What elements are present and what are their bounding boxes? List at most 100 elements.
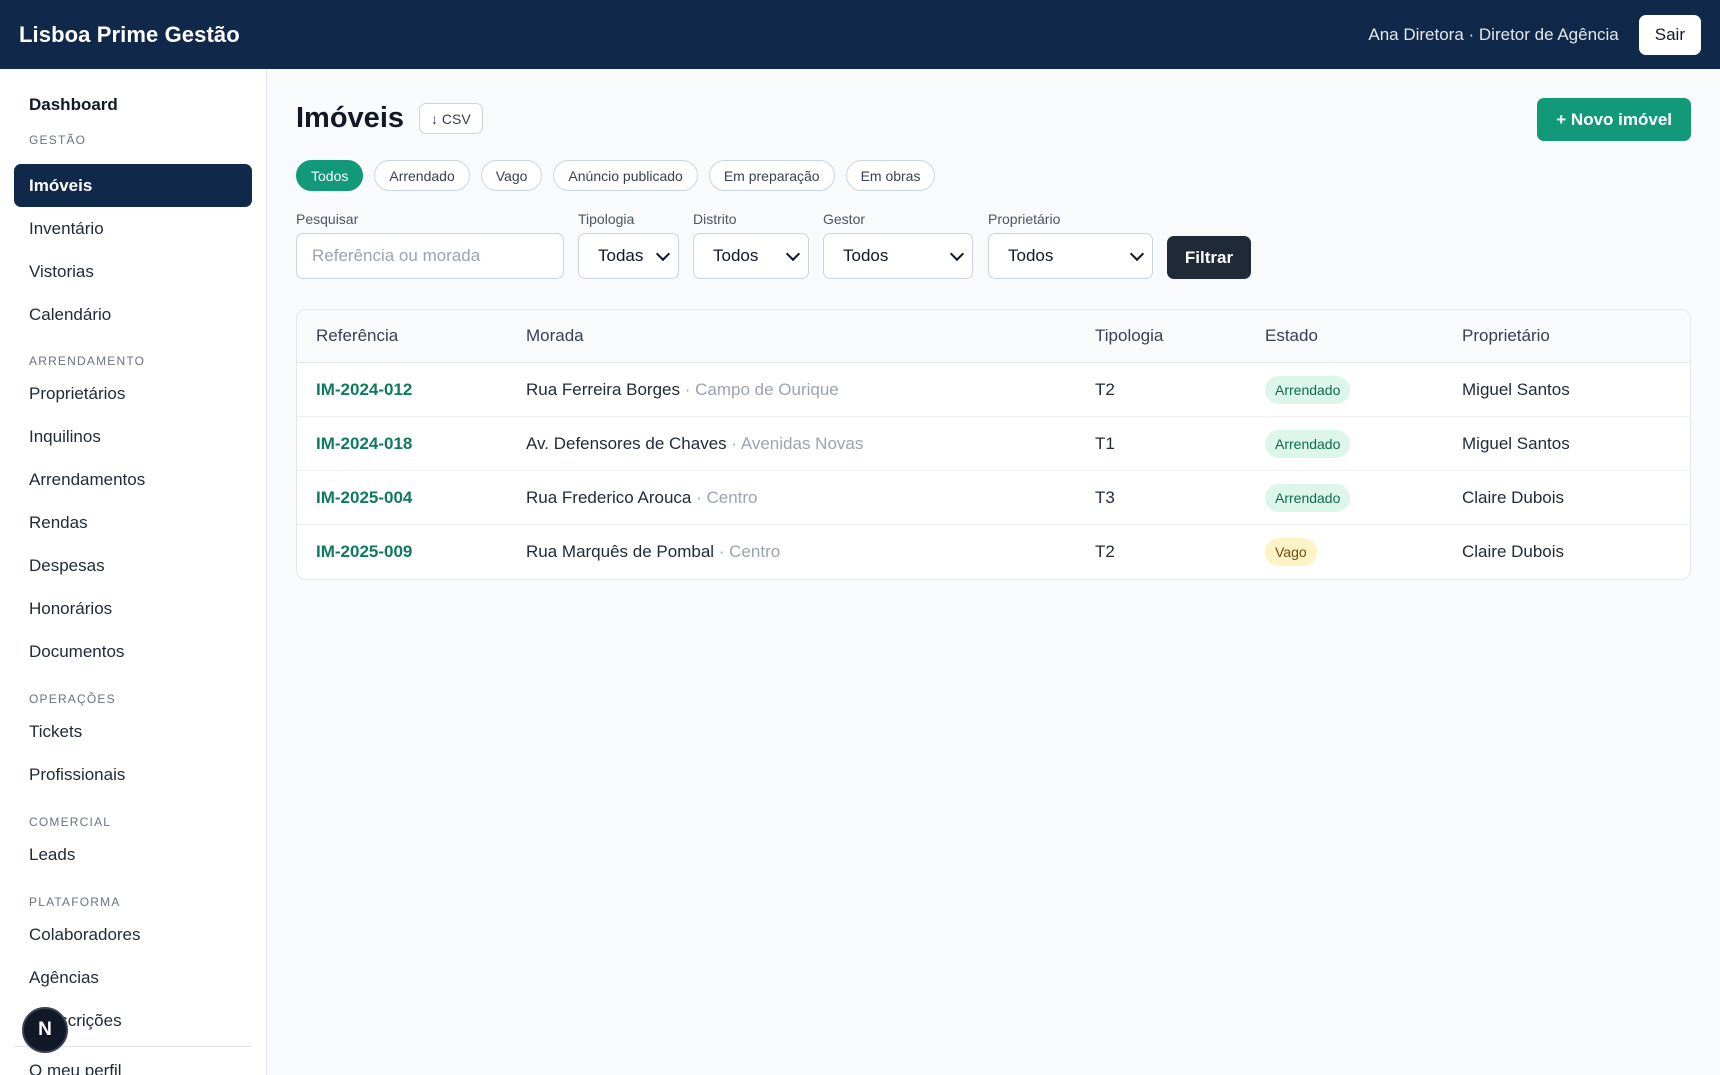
sidebar-item-arrendamentos[interactable]: Arrendamentos bbox=[29, 470, 145, 490]
chip-vago[interactable]: Vago bbox=[480, 160, 543, 191]
distrito-select[interactable]: Todos bbox=[693, 233, 809, 279]
tipologia-cell: T2 bbox=[1095, 542, 1115, 561]
sidebar-item-rendas[interactable]: Rendas bbox=[29, 513, 88, 533]
tipologia-select[interactable]: Todas bbox=[578, 233, 679, 279]
property-ref-link[interactable]: IM-2025-009 bbox=[316, 542, 412, 561]
tipologia-select-value: Todas bbox=[598, 246, 644, 265]
sidebar-item-despesas[interactable]: Despesas bbox=[29, 556, 105, 576]
status-badge: Arrendado bbox=[1265, 375, 1351, 404]
proprietario-select[interactable]: Todos bbox=[988, 233, 1153, 279]
address-area: · Centro bbox=[714, 542, 781, 561]
header-referencia[interactable]: Referência bbox=[297, 326, 526, 346]
header-proprietario[interactable]: Proprietário bbox=[1462, 326, 1690, 346]
table-row[interactable]: IM-2024-018 Av. Defensores de Chaves · A… bbox=[297, 417, 1690, 471]
status-badge: Vago bbox=[1265, 538, 1317, 566]
new-property-button[interactable]: + Novo imóvel bbox=[1537, 98, 1691, 141]
address-area: · Campo de Ourique bbox=[680, 379, 839, 399]
chevron-down-icon bbox=[949, 246, 965, 261]
tipologia-cell: T1 bbox=[1095, 433, 1115, 453]
proprietario-filter: Proprietário Todos bbox=[988, 211, 1153, 279]
status-badge: Arrendado bbox=[1265, 429, 1351, 458]
tipologia-label: Tipologia bbox=[578, 211, 635, 227]
gestor-select[interactable]: Todos bbox=[823, 233, 973, 279]
filter-button[interactable]: Filtrar bbox=[1167, 236, 1251, 279]
address-street: Rua Marquês de Pombal bbox=[526, 542, 715, 561]
sidebar-item-inquilinos[interactable]: Inquilinos bbox=[29, 427, 101, 447]
distrito-filter: Distrito Todos bbox=[693, 211, 809, 279]
address-area: · Centro bbox=[691, 487, 758, 507]
sidebar-item-honorarios[interactable]: Honorários bbox=[29, 599, 112, 619]
distrito-select-value: Todos bbox=[713, 246, 759, 265]
chip-arrendado[interactable]: Arrendado bbox=[374, 160, 470, 191]
sidebar-item-proprietarios[interactable]: Proprietários bbox=[29, 384, 125, 404]
gestor-label: Gestor bbox=[823, 211, 866, 227]
sidebar-item-profissionais[interactable]: Profissionais bbox=[29, 765, 125, 785]
sidebar-item-vistorias[interactable]: Vistorias bbox=[29, 262, 94, 282]
sidebar-section-arrendamento: ARRENDAMENTO bbox=[29, 354, 146, 368]
property-ref-link[interactable]: IM-2024-018 bbox=[316, 434, 412, 453]
sidebar-item-inventario[interactable]: Inventário bbox=[29, 219, 104, 239]
sidebar-item-colaboradores[interactable]: Colaboradores bbox=[29, 925, 141, 945]
address-street: Rua Ferreira Borges bbox=[526, 379, 681, 399]
address-street: Rua Frederico Arouca bbox=[526, 487, 692, 507]
tipologia-filter: Tipologia Todas bbox=[578, 211, 679, 279]
sidebar-section-plataforma: PLATAFORMA bbox=[29, 895, 121, 909]
table-row[interactable]: IM-2025-009 Rua Marquês de Pombal · Cent… bbox=[297, 525, 1690, 579]
table-header: Referência Morada Tipologia Estado Propr… bbox=[297, 310, 1690, 363]
header-morada[interactable]: Morada bbox=[526, 326, 1095, 346]
user-area: Ana Diretora · Diretor de Agência Sair bbox=[1368, 14, 1701, 55]
brand-title: Lisboa Prime Gestão bbox=[19, 21, 240, 47]
chevron-down-icon bbox=[785, 246, 801, 261]
top-bar: Lisboa Prime Gestão Ana Diretora · Diret… bbox=[0, 0, 1720, 69]
logout-button[interactable]: Sair bbox=[1638, 14, 1701, 55]
table-row[interactable]: IM-2024-012 Rua Ferreira Borges · Campo … bbox=[297, 363, 1690, 417]
tipologia-cell: T2 bbox=[1095, 379, 1115, 399]
sidebar-item-agencias[interactable]: Agências bbox=[29, 968, 99, 988]
sidebar-item-calendario[interactable]: Calendário bbox=[29, 305, 111, 325]
sidebar-item-perfil[interactable]: O meu perfil bbox=[29, 1061, 122, 1075]
sidebar-item-leads[interactable]: Leads bbox=[29, 845, 75, 865]
sidebar-item-dashboard[interactable]: Dashboard bbox=[29, 95, 118, 115]
chevron-down-icon bbox=[1129, 246, 1145, 261]
chip-todos[interactable]: Todos bbox=[296, 160, 364, 191]
search-label: Pesquisar bbox=[296, 211, 359, 227]
status-badge: Arrendado bbox=[1265, 483, 1351, 512]
header-tipologia[interactable]: Tipologia bbox=[1095, 326, 1265, 346]
sidebar: Dashboard GESTÃO Imóveis Inventário Vist… bbox=[0, 69, 267, 1075]
page-title: Imóveis bbox=[296, 102, 404, 134]
sidebar-item-documentos[interactable]: Documentos bbox=[29, 642, 124, 662]
address-street: Av. Defensores de Chaves bbox=[526, 433, 727, 453]
distrito-label: Distrito bbox=[693, 211, 737, 227]
proprietario-label: Proprietário bbox=[988, 211, 1061, 227]
owner-cell: Miguel Santos bbox=[1462, 379, 1570, 399]
search-filter: Pesquisar Referência ou morada bbox=[296, 211, 564, 279]
chip-anuncio-publicado[interactable]: Anúncio publicado bbox=[553, 160, 698, 191]
sidebar-section-gestao: GESTÃO bbox=[29, 133, 87, 147]
owner-cell: Claire Dubois bbox=[1462, 542, 1565, 561]
sidebar-item-tickets[interactable]: Tickets bbox=[29, 722, 82, 742]
address-area: · Avenidas Novas bbox=[726, 433, 864, 453]
export-csv-button[interactable]: ↓ CSV bbox=[419, 103, 483, 134]
sidebar-item-imoveis[interactable]: Imóveis bbox=[14, 164, 252, 207]
property-ref-link[interactable]: IM-2024-012 bbox=[316, 380, 412, 399]
owner-cell: Miguel Santos bbox=[1462, 433, 1570, 453]
sidebar-section-operacoes: OPERAÇÕES bbox=[29, 692, 116, 706]
properties-table: Referência Morada Tipologia Estado Propr… bbox=[296, 309, 1691, 580]
header-estado[interactable]: Estado bbox=[1265, 326, 1462, 346]
dev-tools-badge[interactable]: N bbox=[22, 1007, 68, 1053]
user-info: Ana Diretora · Diretor de Agência bbox=[1368, 24, 1619, 44]
property-ref-link[interactable]: IM-2025-004 bbox=[316, 488, 412, 507]
proprietario-select-value: Todos bbox=[1008, 246, 1054, 265]
status-filter-chips: Todos Arrendado Vago Anúncio publicado E… bbox=[296, 160, 936, 191]
sidebar-section-comercial: COMERCIAL bbox=[29, 815, 112, 829]
tipologia-cell: T3 bbox=[1095, 487, 1115, 507]
chevron-down-icon bbox=[655, 246, 671, 261]
chip-em-obras[interactable]: Em obras bbox=[845, 160, 936, 191]
gestor-filter: Gestor Todos bbox=[823, 211, 973, 279]
search-input[interactable]: Referência ou morada bbox=[296, 233, 564, 279]
gestor-select-value: Todos bbox=[843, 246, 889, 265]
table-row[interactable]: IM-2025-004 Rua Frederico Arouca · Centr… bbox=[297, 471, 1690, 525]
main-content: Imóveis ↓ CSV + Novo imóvel Todos Arrend… bbox=[268, 69, 1720, 1075]
owner-cell: Claire Dubois bbox=[1462, 487, 1565, 507]
chip-em-preparacao[interactable]: Em preparação bbox=[708, 160, 835, 191]
